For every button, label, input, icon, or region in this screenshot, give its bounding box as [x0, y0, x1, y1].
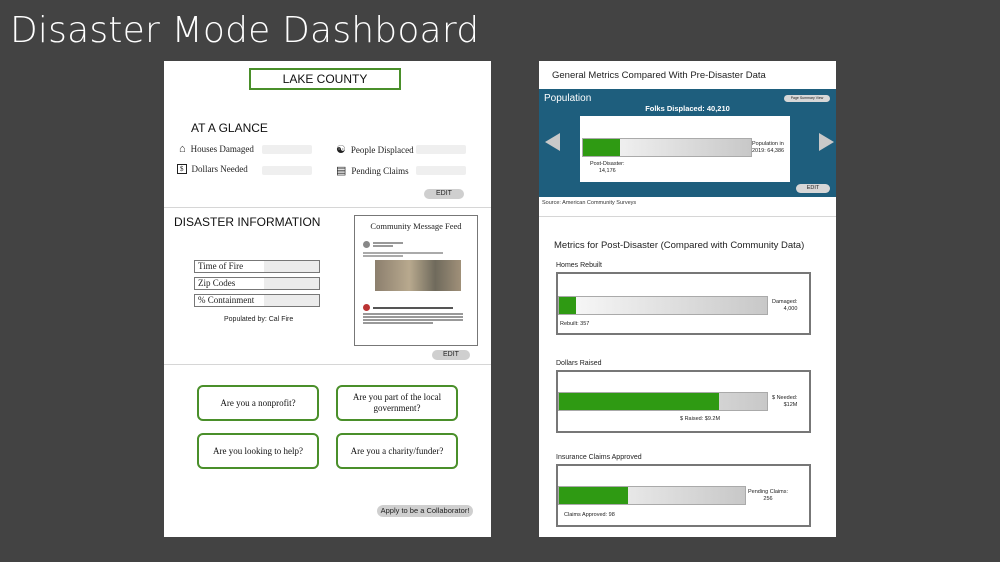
population-label: Population	[544, 93, 592, 104]
houses-damaged-value	[262, 145, 312, 154]
population-pre-disaster: Population in 2019: 64,386	[752, 141, 785, 154]
metrics-panel: General Metrics Compared With Pre-Disast…	[539, 61, 836, 537]
section-divider	[164, 364, 491, 365]
insurance-claims-bar	[558, 486, 746, 505]
section-divider	[539, 216, 836, 217]
clipboard-icon: ▤	[336, 165, 347, 177]
population-post-disaster: Post-Disaster: 14,176	[590, 161, 625, 174]
apply-collaborator-button[interactable]: Apply to be a Collaborator!	[377, 505, 473, 517]
houses-damaged-label: ⌂ Houses Damaged	[179, 143, 254, 155]
population-bar	[582, 138, 752, 157]
dollars-needed-value	[262, 166, 312, 175]
homes-rebuilt-card: Damaged: 4,000 Rebuilt: 357	[556, 272, 811, 335]
feed-post[interactable]	[363, 241, 471, 301]
dollar-bill-icon: $	[177, 164, 187, 174]
house-icon: ⌂	[179, 143, 186, 155]
dollars-raised-text: $ Raised: $9.2M	[680, 416, 721, 422]
slide-title: Disaster Mode Dashboard	[10, 10, 480, 51]
local-government-button[interactable]: Are you part of the local government?	[336, 385, 458, 421]
insurance-claims-bar-fill	[559, 487, 628, 504]
pending-claims-text: Pending Claims: 256	[748, 489, 789, 502]
dollars-raised-label: Dollars Raised	[556, 360, 602, 367]
looking-to-help-button[interactable]: Are you looking to help?	[197, 433, 319, 469]
nonprofit-button[interactable]: Are you a nonprofit?	[197, 385, 319, 421]
pending-claims-label: ▤ Pending Claims	[336, 165, 409, 177]
homes-rebuilt-label: Homes Rebuilt	[556, 262, 602, 269]
section-divider	[164, 207, 491, 208]
arrow-left-icon[interactable]	[545, 133, 560, 151]
county-dashboard-panel: LAKE COUNTY AT A GLANCE ⌂ Houses Damaged…	[164, 61, 491, 537]
at-a-glance-title: AT A GLANCE	[191, 121, 268, 135]
insurance-claims-card: Pending Claims: 256 Claims Approved: 98	[556, 464, 811, 527]
homes-rebuilt-bar-fill	[559, 297, 576, 314]
populated-by-text: Populated by: Cal Fire	[224, 316, 294, 323]
community-message-feed[interactable]: Community Message Feed	[354, 215, 478, 346]
dollars-raised-bar	[558, 392, 768, 411]
avatar	[363, 304, 370, 311]
feed-edit-button[interactable]: EDIT	[432, 350, 470, 360]
glance-edit-button[interactable]: EDIT	[424, 189, 464, 199]
dollars-needed-label: $ Dollars Needed	[177, 164, 248, 174]
folks-displaced-text: Folks Displaced: 40,210	[645, 104, 730, 113]
charity-funder-button[interactable]: Are you a charity/funder?	[336, 433, 458, 469]
claims-approved-text: Claims Approved: 98	[564, 512, 615, 518]
homes-damaged-text: Damaged: 4,000	[772, 299, 798, 312]
page-summary-view-button[interactable]: Page Summary View	[784, 95, 830, 102]
insurance-claims-label: Insurance Claims Approved	[556, 454, 642, 461]
population-card: Population Page Summary View Folks Displ…	[539, 89, 836, 197]
population-bar-card: Population in 2019: 64,386 Post-Disaster…	[580, 116, 790, 182]
people-displaced-value	[416, 145, 466, 154]
zip-codes-field[interactable]: Zip Codes	[194, 277, 320, 290]
containment-field[interactable]: % Containment	[194, 294, 320, 307]
disaster-information-title: DISASTER INFORMATION	[174, 215, 321, 229]
dollars-raised-bar-fill	[559, 393, 720, 410]
pending-claims-value	[416, 166, 466, 175]
people-icon: ☯	[336, 144, 346, 156]
feed-post-photo	[375, 260, 461, 291]
county-name[interactable]: LAKE COUNTY	[249, 68, 401, 90]
dollars-needed-text: $ Needed: $12M	[772, 395, 798, 408]
dollars-raised-card: $ Needed: $12M $ Raised: $9.2M	[556, 370, 811, 433]
time-of-fire-field[interactable]: Time of Fire	[194, 260, 320, 273]
general-metrics-title: General Metrics Compared With Pre-Disast…	[552, 70, 766, 81]
arrow-right-icon[interactable]	[819, 133, 834, 151]
avatar	[363, 241, 370, 248]
homes-rebuilt-text: Rebuilt: 357	[560, 321, 590, 327]
post-disaster-metrics-title: Metrics for Post-Disaster (Compared with…	[554, 240, 805, 251]
population-edit-button[interactable]: EDIT	[796, 184, 830, 193]
feed-post[interactable]	[363, 304, 471, 342]
feed-title: Community Message Feed	[370, 221, 462, 231]
source-text: Source: American Community Surveys	[542, 200, 637, 206]
population-bar-fill	[583, 139, 620, 156]
homes-rebuilt-bar	[558, 296, 768, 315]
people-displaced-label: ☯ People Displaced	[336, 144, 414, 156]
